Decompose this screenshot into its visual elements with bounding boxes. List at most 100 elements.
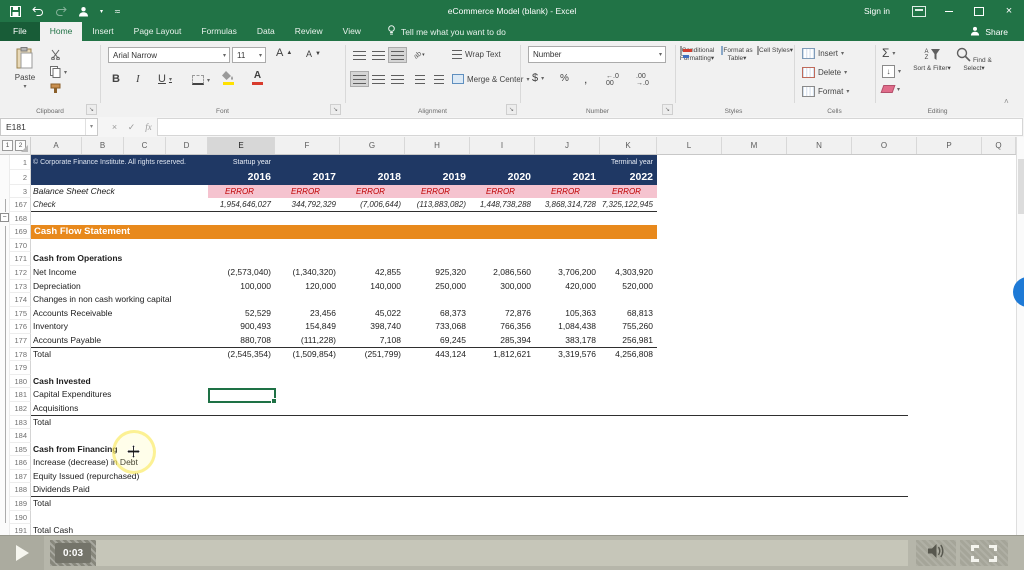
align-right-button[interactable] <box>388 71 407 87</box>
cell[interactable]: ERROR <box>275 185 340 198</box>
column-header-e[interactable]: E <box>208 137 275 154</box>
cell[interactable]: 2021 <box>535 170 600 185</box>
cell[interactable]: 3,706,200 <box>535 266 600 280</box>
cell[interactable]: 344,792,329 <box>275 198 340 212</box>
cell[interactable]: (1,509,854) <box>275 348 340 362</box>
row-label[interactable]: Accounts Payable <box>31 334 208 348</box>
cell[interactable]: 42,855 <box>340 266 405 280</box>
row-number[interactable]: 169 <box>10 225 31 239</box>
cell[interactable]: 766,356 <box>470 320 535 334</box>
row-label[interactable] <box>31 170 208 185</box>
cell[interactable]: Terminal year <box>600 155 657 170</box>
row-number[interactable]: 172 <box>10 266 31 280</box>
cell[interactable]: 3,319,576 <box>535 348 600 362</box>
increase-decimal-button[interactable]: ←.000 <box>606 73 619 87</box>
cell[interactable]: 880,708 <box>208 334 275 348</box>
cell[interactable]: 7,325,122,945 <box>600 198 657 212</box>
cell[interactable]: 520,000 <box>600 280 657 294</box>
qat-dropdown-icon[interactable]: ▾ <box>100 8 103 15</box>
find-select-button[interactable]: Find & Select▾ <box>954 47 994 73</box>
row-label[interactable] <box>31 212 208 226</box>
cell[interactable]: 140,000 <box>340 280 405 294</box>
cell[interactable]: 925,320 <box>405 266 470 280</box>
section-banner[interactable]: Cash Flow Statement <box>31 225 657 239</box>
selected-cell[interactable] <box>208 388 276 403</box>
column-header-p[interactable]: P <box>917 137 982 154</box>
cell[interactable]: 105,363 <box>535 307 600 321</box>
tab-view[interactable]: View <box>333 22 371 41</box>
underline-button[interactable]: U▾ <box>158 73 172 85</box>
select-all-corner[interactable] <box>10 137 31 154</box>
column-header-n[interactable]: N <box>787 137 852 154</box>
borders-button[interactable]: ▾ <box>192 75 210 85</box>
redo-icon[interactable] <box>55 6 67 16</box>
cell[interactable]: 1,448,738,288 <box>470 198 535 212</box>
column-header-i[interactable]: I <box>470 137 535 154</box>
row-label[interactable] <box>31 361 208 375</box>
font-color-button[interactable]: A <box>252 70 263 85</box>
bold-button[interactable]: B <box>112 73 120 85</box>
column-header-c[interactable]: C <box>124 137 166 154</box>
minimize-button[interactable] <box>934 0 964 22</box>
cell[interactable]: ERROR <box>340 185 405 198</box>
row-label[interactable]: Balance Sheet Check <box>31 185 208 198</box>
column-header-k[interactable]: K <box>600 137 657 154</box>
row-label[interactable]: Changes in non cash working capital <box>31 293 208 307</box>
cell[interactable]: ERROR <box>470 185 535 198</box>
row-number[interactable]: 183 <box>10 416 31 430</box>
row-label[interactable]: Total <box>31 416 208 430</box>
cell[interactable]: 398,740 <box>340 320 405 334</box>
row-label[interactable] <box>31 239 208 253</box>
row-number[interactable]: 182 <box>10 402 31 416</box>
cell[interactable]: 23,456 <box>275 307 340 321</box>
column-header-g[interactable]: G <box>340 137 405 154</box>
row-number[interactable]: 190 <box>10 511 31 525</box>
number-format-combo[interactable]: Number▾ <box>528 46 666 63</box>
cell[interactable]: 755,260 <box>600 320 657 334</box>
cell[interactable]: (1,340,320) <box>275 266 340 280</box>
sign-in-button[interactable]: Sign in <box>850 6 904 16</box>
cell[interactable]: 120,000 <box>275 280 340 294</box>
cell[interactable]: 250,000 <box>405 280 470 294</box>
middle-align-button[interactable] <box>369 47 388 63</box>
column-header-a[interactable]: A <box>31 137 82 154</box>
row-number[interactable]: 186 <box>10 456 31 470</box>
enter-formula-button[interactable]: ✓ <box>123 122 140 133</box>
cell[interactable]: 68,373 <box>405 307 470 321</box>
row-number[interactable]: 167 <box>10 198 31 212</box>
decrease-indent-button[interactable] <box>410 71 429 87</box>
cell[interactable]: (2,573,040) <box>208 266 275 280</box>
row-label[interactable]: Depreciation <box>31 280 208 294</box>
paste-button[interactable]: Paste ▾ <box>10 47 40 90</box>
cell[interactable]: ERROR <box>405 185 470 198</box>
row-label[interactable]: Net Income <box>31 266 208 280</box>
cell[interactable]: (251,799) <box>340 348 405 362</box>
align-left-button[interactable] <box>350 71 369 87</box>
tab-page-layout[interactable]: Page Layout <box>124 22 192 41</box>
undo-icon[interactable] <box>32 6 44 16</box>
tab-file[interactable]: File <box>0 22 40 41</box>
autosum-button[interactable]: Σ▾ <box>882 46 895 60</box>
row-label[interactable]: Equity Issued (repurchased) <box>31 470 208 484</box>
scrollbar-thumb[interactable] <box>1018 159 1024 214</box>
row-number[interactable]: 168 <box>10 212 31 226</box>
row-number[interactable]: 173 <box>10 280 31 294</box>
column-header-o[interactable]: O <box>852 137 917 154</box>
save-icon[interactable] <box>10 6 21 17</box>
row-number[interactable]: 175 <box>10 307 31 321</box>
video-scrubber[interactable]: 0:03 <box>50 540 908 566</box>
row-label[interactable]: Accounts Receivable <box>31 307 208 321</box>
top-align-button[interactable] <box>350 47 369 63</box>
tell-me-box[interactable]: Tell me what you want to do <box>387 25 506 41</box>
play-button[interactable] <box>0 536 44 570</box>
column-header-m[interactable]: M <box>722 137 787 154</box>
cell[interactable]: 45,022 <box>340 307 405 321</box>
cell[interactable] <box>340 155 405 170</box>
row-number[interactable]: 181 <box>10 388 31 402</box>
share-button[interactable]: Share <box>962 22 1016 41</box>
tab-home[interactable]: Home <box>40 22 83 41</box>
font-size-combo[interactable]: 11▾ <box>232 47 266 63</box>
cell[interactable]: 285,394 <box>470 334 535 348</box>
format-button[interactable]: Format▾ <box>802 86 849 97</box>
cell-styles-button[interactable]: Cell Styles▾ <box>756 47 794 55</box>
